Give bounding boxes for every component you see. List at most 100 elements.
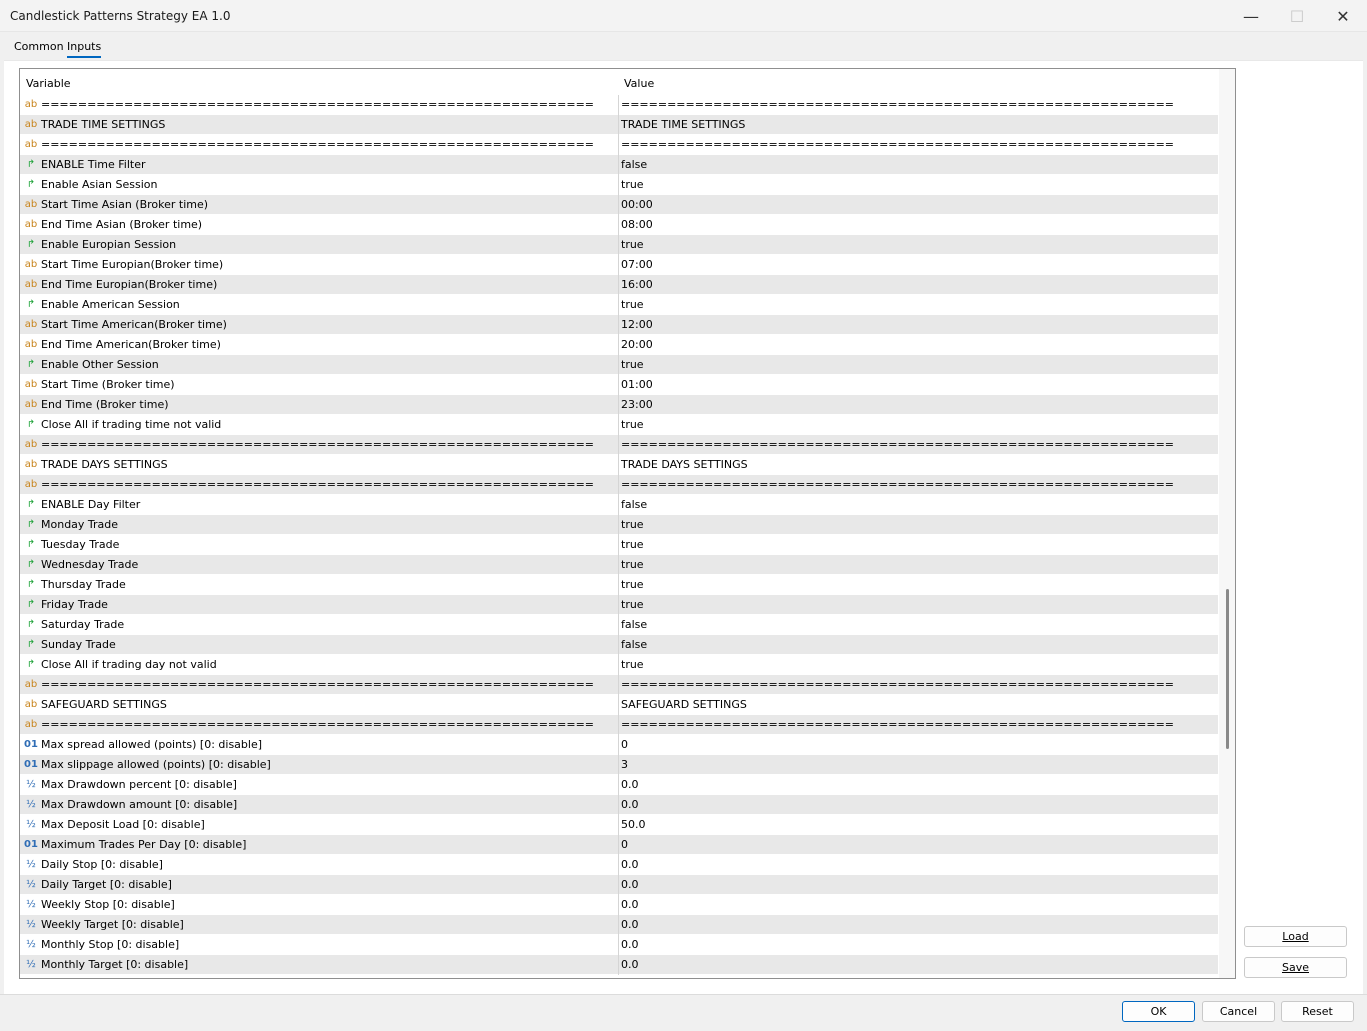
variable-value[interactable]: 00:00 [621,198,653,211]
table-row[interactable]: ½ Daily Stop [0: disable] 0.0 [20,855,1218,875]
variable-value[interactable]: 23:00 [621,398,653,411]
variable-value[interactable]: ========================================… [621,678,1174,691]
variable-value[interactable]: true [621,558,644,571]
close-button[interactable]: ✕ [1320,0,1366,32]
table-row[interactable]: ab ======================================… [20,135,1218,155]
tab-inputs[interactable]: Inputs [67,40,102,58]
variable-value[interactable]: ========================================… [621,718,1174,731]
table-row[interactable]: ½ Max Deposit Load [0: disable] 50.0 [20,815,1218,835]
variable-value[interactable]: 0.0 [621,918,639,931]
variable-value[interactable]: false [621,158,647,171]
variable-value[interactable]: 0.0 [621,938,639,951]
table-row[interactable]: ↱ Close All if trading day not valid true [20,655,1218,675]
save-button[interactable]: Save [1244,957,1347,978]
variable-value[interactable]: 0.0 [621,798,639,811]
table-row[interactable]: ab SAFEGUARD SETTINGS SAFEGUARD SETTINGS [20,695,1218,715]
cancel-button[interactable]: Cancel [1202,1001,1275,1022]
variable-value[interactable]: true [621,658,644,671]
table-row[interactable]: ab End Time Asian (Broker time) 08:00 [20,215,1218,235]
variable-value[interactable]: true [621,418,644,431]
table-row[interactable]: ↱ Thursday Trade true [20,575,1218,595]
variable-value[interactable]: ========================================… [621,98,1174,111]
table-row[interactable]: ab TRADE DAYS SETTINGS TRADE DAYS SETTINGS [20,455,1218,475]
variable-value[interactable]: true [621,538,644,551]
table-row[interactable]: ↱ Enable Europian Session true [20,235,1218,255]
table-row[interactable]: ab End Time Europian(Broker time) 16:00 [20,275,1218,295]
variable-value[interactable]: 0 [621,838,628,851]
variable-value[interactable]: true [621,518,644,531]
variable-value[interactable]: true [621,238,644,251]
table-row[interactable]: ↱ Enable Other Session true [20,355,1218,375]
variable-value[interactable]: false [621,618,647,631]
table-row[interactable]: 01 Max slippage allowed (points) [0: disa… [20,755,1218,775]
column-header-value[interactable]: Value [624,77,654,90]
ok-button[interactable]: OK [1122,1001,1195,1022]
variable-value[interactable]: 0.0 [621,898,639,911]
table-row[interactable]: ab Start Time Asian (Broker time) 00:00 [20,195,1218,215]
variable-value[interactable]: false [621,498,647,511]
variable-value[interactable]: 08:00 [621,218,653,231]
variable-value[interactable]: TRADE DAYS SETTINGS [621,458,748,471]
table-row[interactable]: ↱ Enable American Session true [20,295,1218,315]
table-row[interactable]: ↱ Saturday Trade false [20,615,1218,635]
variable-value[interactable]: SAFEGUARD SETTINGS [621,698,747,711]
variable-value[interactable]: 3 [621,758,628,771]
table-row[interactable]: ↱ ENABLE Day Filter false [20,495,1218,515]
variable-value[interactable]: 16:00 [621,278,653,291]
variable-value[interactable]: true [621,578,644,591]
variable-value[interactable]: 50.0 [621,818,646,831]
table-row[interactable]: ↱ Close All if trading time not valid true [20,415,1218,435]
variable-value[interactable]: 0.0 [621,878,639,891]
variable-value[interactable]: 20:00 [621,338,653,351]
table-row[interactable]: ab Start Time Europian(Broker time) 07:00 [20,255,1218,275]
variable-value[interactable]: ========================================… [621,438,1174,451]
variable-value[interactable]: 0.0 [621,858,639,871]
variable-value[interactable]: 01:00 [621,378,653,391]
table-row[interactable]: ½ Monthly Target [0: disable] 0.0 [20,955,1218,975]
scrollbar-thumb[interactable] [1226,589,1229,749]
table-row[interactable]: ↱ Monday Trade true [20,515,1218,535]
table-row[interactable]: ab ======================================… [20,435,1218,455]
variable-value[interactable]: true [621,298,644,311]
variable-value[interactable]: true [621,598,644,611]
table-row[interactable]: ↱ Sunday Trade false [20,635,1218,655]
table-row[interactable]: ab End Time American(Broker time) 20:00 [20,335,1218,355]
variable-value[interactable]: ========================================… [621,478,1174,491]
table-row[interactable]: ½ Max Drawdown percent [0: disable] 0.0 [20,775,1218,795]
table-row[interactable]: ab ======================================… [20,475,1218,495]
table-row[interactable]: ½ Monthly Stop [0: disable] 0.0 [20,935,1218,955]
maximize-button[interactable]: ☐ [1274,0,1320,32]
variable-value[interactable]: true [621,178,644,191]
variable-value[interactable]: true [621,358,644,371]
variable-value[interactable]: 0.0 [621,778,639,791]
table-row[interactable]: ↱ Enable Asian Session true [20,175,1218,195]
table-row[interactable]: ab End Time (Broker time) 23:00 [20,395,1218,415]
table-row[interactable]: ab Start Time American(Broker time) 12:00 [20,315,1218,335]
table-row[interactable]: ↱ ENABLE Time Filter false [20,155,1218,175]
variable-value[interactable]: ========================================… [621,138,1174,151]
table-row[interactable]: ab TRADE TIME SETTINGS TRADE TIME SETTINGS [20,115,1218,135]
table-row[interactable]: ½ Weekly Stop [0: disable] 0.0 [20,895,1218,915]
table-row[interactable]: ↱ Tuesday Trade true [20,535,1218,555]
reset-button[interactable]: Reset [1281,1001,1354,1022]
variable-value[interactable]: 07:00 [621,258,653,271]
variable-value[interactable]: 0.0 [621,958,639,971]
load-button[interactable]: Load [1244,926,1347,947]
table-row[interactable]: ½ Max Drawdown amount [0: disable] 0.0 [20,795,1218,815]
table-row[interactable]: ab Start Time (Broker time) 01:00 [20,375,1218,395]
variable-value[interactable]: false [621,638,647,651]
table-row[interactable]: ½ Weekly Target [0: disable] 0.0 [20,915,1218,935]
table-row[interactable]: ½ Daily Target [0: disable] 0.0 [20,875,1218,895]
column-header-variable[interactable]: Variable [26,77,71,90]
variable-value[interactable]: 12:00 [621,318,653,331]
variable-value[interactable]: 0 [621,738,628,751]
vertical-scrollbar[interactable] [1219,69,1235,978]
minimize-button[interactable]: — [1228,0,1274,32]
table-row[interactable]: ↱ Friday Trade true [20,595,1218,615]
table-row[interactable]: 01 Maximum Trades Per Day [0: disable] 0 [20,835,1218,855]
table-row[interactable]: ab ======================================… [20,675,1218,695]
table-row[interactable]: 01 Max spread allowed (points) [0: disabl… [20,735,1218,755]
table-row[interactable]: ab ======================================… [20,715,1218,735]
table-row[interactable]: ab ======================================… [20,95,1218,115]
table-row[interactable]: ↱ Wednesday Trade true [20,555,1218,575]
